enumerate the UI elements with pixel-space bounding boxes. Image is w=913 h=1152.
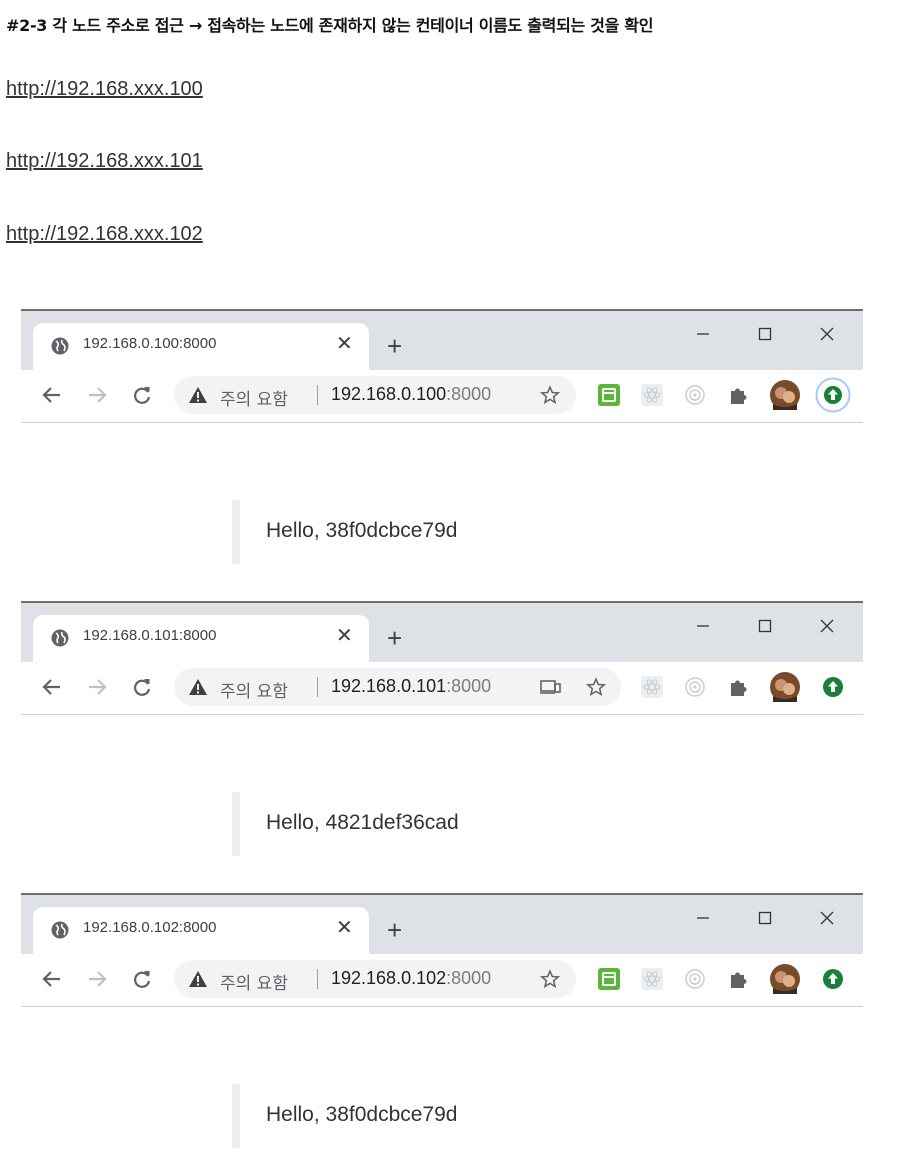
back-icon[interactable] [39,382,65,408]
browser-toolbar: 주의 요함 192.168.0.102:8000 [21,954,863,1006]
puzzle-icon[interactable] [727,967,751,991]
avatar[interactable] [770,380,800,410]
tab-title: 192.168.0.101:8000 [83,627,217,644]
browser-tab[interactable]: 192.168.0.101:8000 ✕ [33,615,369,664]
close-icon[interactable]: ✕ [336,918,353,938]
warning-icon[interactable] [188,969,208,989]
browser-toolbar: 주의 요함 192.168.0.101:8000 [21,662,863,714]
security-label: 주의 요함 [220,682,288,702]
quote-bar [232,792,240,856]
toolbar-divider [21,422,863,423]
target-extension-icon[interactable] [683,383,707,407]
browser-window-2: 192.168.0.101:8000 ✕ + 주의 요함 192.168.0.1… [21,601,863,715]
browser-window-1: 192.168.0.100:8000 ✕ + 주의 요함 192.168.0.1… [21,309,863,423]
react-devtools-icon[interactable] [640,383,664,407]
maximize-icon[interactable] [745,319,785,349]
quote-bar [232,1084,240,1148]
maximize-icon[interactable] [745,903,785,933]
browser-tab[interactable]: 192.168.0.100:8000 ✕ [33,323,369,372]
url-text[interactable]: 192.168.0.100:8000 [331,384,491,405]
green-extension-icon[interactable] [597,967,621,991]
tab-strip: 192.168.0.100:8000 ✕ + [21,309,863,372]
minimize-icon[interactable] [683,903,723,933]
avatar[interactable] [770,672,800,702]
react-devtools-icon[interactable] [640,675,664,699]
forward-icon[interactable] [84,382,110,408]
target-extension-icon[interactable] [683,675,707,699]
post-heading: #2-3 각 노드 주소로 접근 → 접속하는 노드에 존재하지 않는 컨테이너… [6,16,654,35]
url-text[interactable]: 192.168.0.102:8000 [331,968,491,989]
maximize-icon[interactable] [745,611,785,641]
react-devtools-icon[interactable] [640,967,664,991]
window-close-icon[interactable] [807,319,847,349]
reload-icon[interactable] [129,674,155,700]
reload-icon[interactable] [129,382,155,408]
reload-icon[interactable] [129,966,155,992]
minimize-icon[interactable] [683,319,723,349]
toolbar-divider [21,1006,863,1007]
security-label: 주의 요함 [220,974,288,994]
globe-icon [51,337,69,355]
star-icon[interactable] [540,385,560,405]
omnibox-divider [317,385,318,405]
star-icon[interactable] [540,969,560,989]
page-output-1: Hello, 38f0dcbce79d [266,519,458,542]
puzzle-icon[interactable] [727,675,751,699]
omnibox-divider [317,677,318,697]
address-bar[interactable]: 주의 요함 192.168.0.100:8000 [174,376,576,414]
forward-icon[interactable] [84,674,110,700]
url-text[interactable]: 192.168.0.101:8000 [331,676,491,697]
forward-icon[interactable] [84,966,110,992]
back-icon[interactable] [39,674,65,700]
puzzle-icon[interactable] [727,383,751,407]
toolbar-divider [21,714,863,715]
target-extension-icon[interactable] [683,967,707,991]
browser-toolbar: 주의 요함 192.168.0.100:8000 [21,370,863,422]
new-tab-icon[interactable]: + [387,333,402,359]
browser-tab[interactable]: 192.168.0.102:8000 ✕ [33,907,369,956]
browser-window-3: 192.168.0.102:8000 ✕ + 주의 요함 192.168.0.1… [21,893,863,1007]
link-node-101[interactable]: http://192.168.xxx.101 [6,150,203,173]
address-bar[interactable]: 주의 요함 192.168.0.101:8000 [174,668,621,706]
globe-icon [51,921,69,939]
omnibox-divider [317,969,318,989]
window-close-icon[interactable] [807,903,847,933]
green-extension-icon[interactable] [597,383,621,407]
address-bar[interactable]: 주의 요함 192.168.0.102:8000 [174,960,576,998]
star-icon[interactable] [586,677,606,697]
warning-icon[interactable] [188,677,208,697]
globe-icon [51,629,69,647]
back-icon[interactable] [39,966,65,992]
update-icon[interactable] [820,966,846,992]
page-output-3: Hello, 38f0dcbce79d [266,1103,458,1126]
warning-icon[interactable] [188,385,208,405]
update-icon[interactable] [815,377,851,413]
link-node-102[interactable]: http://192.168.xxx.102 [6,223,203,246]
cast-icon[interactable] [540,678,562,696]
new-tab-icon[interactable]: + [387,917,402,943]
quote-bar [232,500,240,564]
tab-title: 192.168.0.102:8000 [83,919,217,936]
close-icon[interactable]: ✕ [336,626,353,646]
close-icon[interactable]: ✕ [336,334,353,354]
page-output-2: Hello, 4821def36cad [266,811,459,834]
tab-title: 192.168.0.100:8000 [83,335,217,352]
update-icon[interactable] [820,674,846,700]
security-label: 주의 요함 [220,390,288,410]
avatar[interactable] [770,964,800,994]
minimize-icon[interactable] [683,611,723,641]
tab-strip: 192.168.0.101:8000 ✕ + [21,601,863,664]
window-close-icon[interactable] [807,611,847,641]
link-node-100[interactable]: http://192.168.xxx.100 [6,78,203,101]
new-tab-icon[interactable]: + [387,625,402,651]
tab-strip: 192.168.0.102:8000 ✕ + [21,893,863,956]
